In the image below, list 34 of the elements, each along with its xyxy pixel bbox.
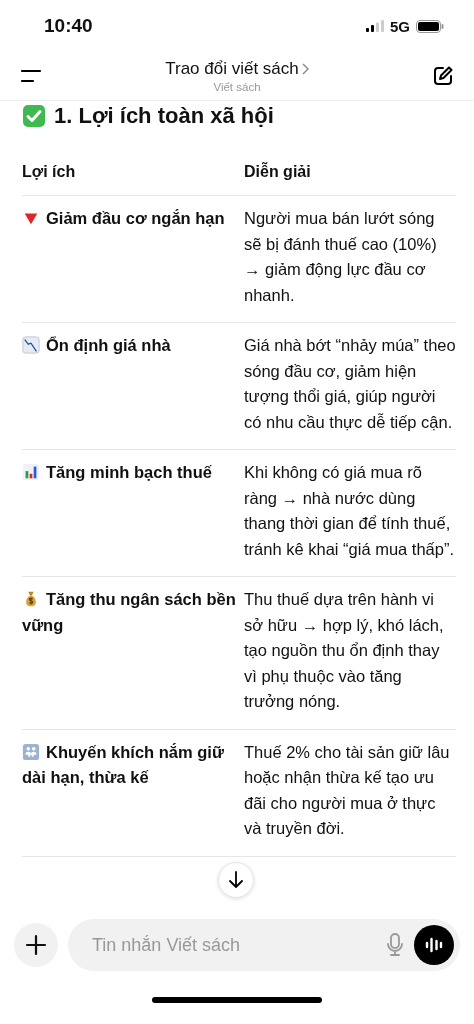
family-icon <box>22 742 40 761</box>
benefit-cell-text: Khuyến khích nắm giữ dài hạn, thừa kế <box>22 741 225 788</box>
scroll-down-button[interactable] <box>218 862 254 898</box>
message-field[interactable]: Tin nhắn Viết sách <box>68 919 460 971</box>
benefit-cell-text: Tăng thu ngân sách bền vững <box>22 589 236 636</box>
edit-icon[interactable] <box>432 65 454 87</box>
voice-button[interactable] <box>414 925 454 965</box>
plus-icon <box>25 934 47 956</box>
chevron-icon[interactable] <box>301 63 309 75</box>
column-header: Diễn giải <box>244 163 456 196</box>
signal-icon <box>366 20 384 32</box>
add-button[interactable] <box>14 923 58 967</box>
column-header: Lợi ích <box>22 163 244 196</box>
explanation-cell-text: Người mua bán lướt sóng sẽ bị đánh thuế cao (10%) → giảm động lực đầu cơ nhanh. <box>244 208 438 306</box>
explanation-cell-text: Khi không có giá mua rõ ràng → nhà nước dùng thang thời gian để tính thuế, tránh kê khai “giá mua thấp”. <box>244 462 456 560</box>
waveform-icon <box>424 937 444 953</box>
explanation-cell-text: Giá nhà bớt “nhảy múa” theo sóng đầu cơ, giảm hiện tượng thổi giá, giúp người có nhu cầu thực dễ tiếp cận. <box>244 335 456 433</box>
battery-icon <box>416 19 444 33</box>
bar-chart-icon <box>22 463 40 481</box>
menu-icon[interactable] <box>20 69 42 83</box>
network-label: 5G <box>390 17 410 35</box>
message-input[interactable]: Tin nhắn Viết sách <box>90 933 376 957</box>
chart-down-icon <box>22 336 40 354</box>
benefit-cell: Giảm đầu cơ ngắn hạn <box>22 206 236 232</box>
chat-title[interactable]: Trao đổi viết sách <box>165 59 299 79</box>
status-time: 10:40 <box>44 15 93 37</box>
checkmark-icon <box>22 104 46 128</box>
explanation-cell-text: Thuế 2% cho tài sản giữ lâu hoặc nhận thừa kế tạo ưu đãi cho người mua ở thực và truyền đời. <box>244 741 451 839</box>
benefit-cell: Ổn định giá nhà <box>22 333 236 359</box>
benefit-cell: Tăng minh bạch thuế <box>22 460 236 486</box>
explanation-cell-text: Thu thuế dựa trên hành vi sở hữu → hợp lý, khó lách, tạo nguồn thu ổn định thay vì phụ thuộc vào tăng trưởng nóng. <box>244 589 445 712</box>
arrow-down-icon <box>228 871 244 889</box>
chat-subtitle: Viết sách <box>213 81 261 93</box>
section-heading: 1. Lợi ích toàn xã hội <box>54 103 274 129</box>
